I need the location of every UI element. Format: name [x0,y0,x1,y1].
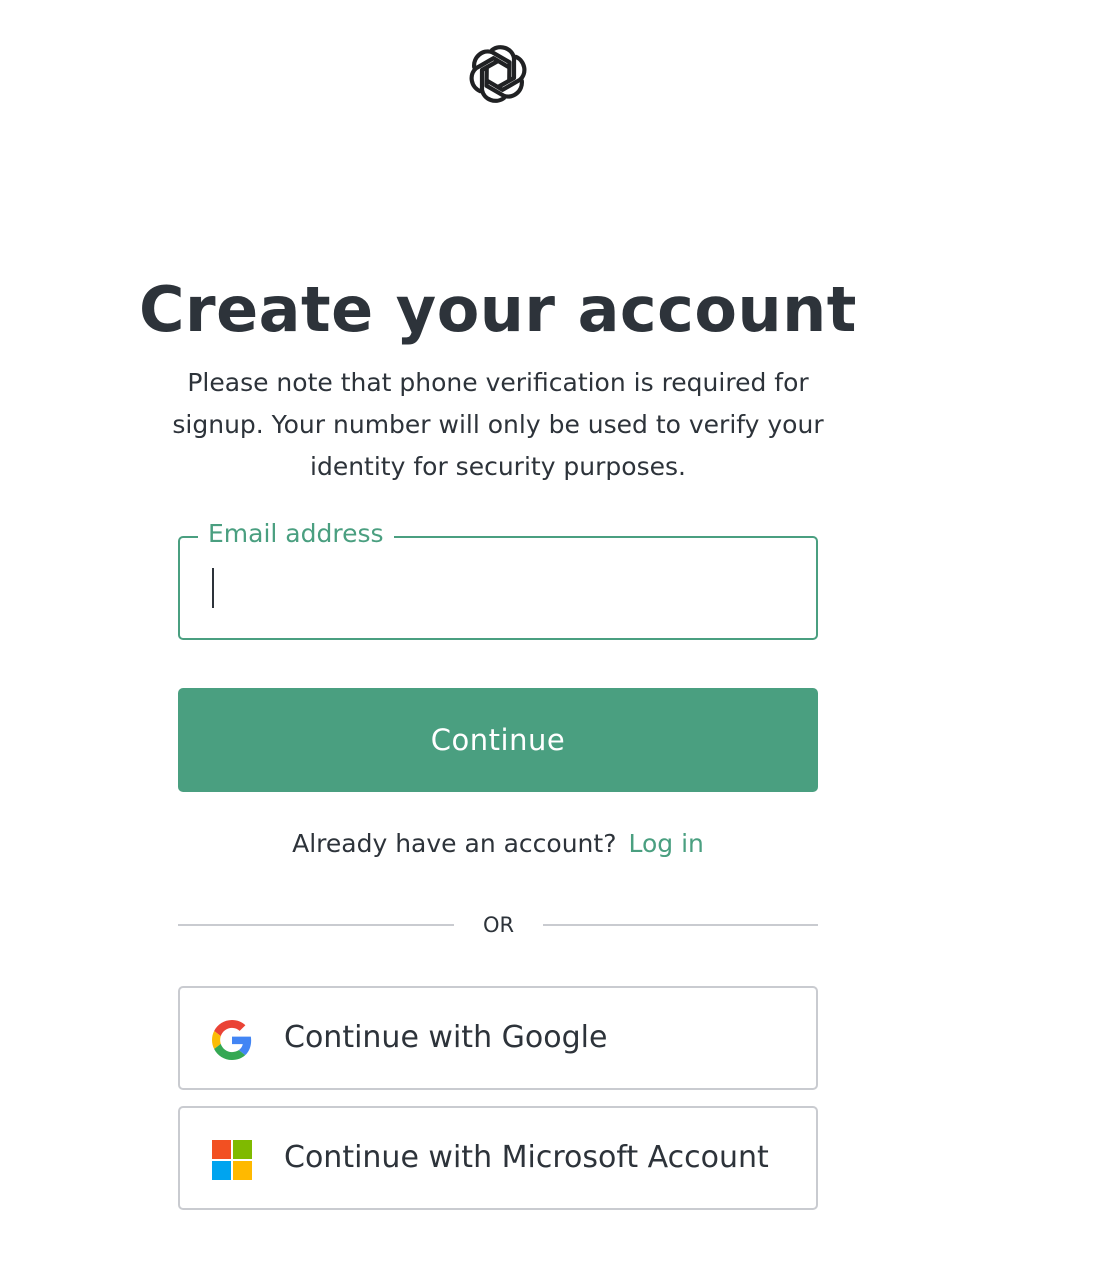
login-prompt-text: Already have an account? [292,829,617,858]
login-prompt-row: Already have an account? Log in [0,822,996,866]
continue-with-google-button[interactable]: Continue with Google [178,986,818,1090]
google-button-label: Continue with Google [284,1020,608,1055]
email-field-container[interactable]: Email address [178,516,818,640]
divider-label: OR [482,913,515,937]
divider-line-right [543,924,818,926]
openai-logo-icon [465,42,531,106]
page-title: Create your account [139,273,857,346]
microsoft-button-label: Continue with Microsoft Account [284,1140,769,1175]
text-caret [212,568,214,608]
microsoft-icon [212,1140,252,1180]
login-link[interactable]: Log in [628,829,703,858]
google-icon [212,1020,252,1060]
signup-notice: Please note that phone verification is r… [172,368,824,481]
divider-line-left [178,924,454,926]
email-field-label: Email address [198,516,394,552]
continue-button[interactable]: Continue [178,688,818,792]
email-field[interactable] [210,558,780,618]
continue-with-microsoft-button[interactable]: Continue with Microsoft Account [178,1106,818,1210]
